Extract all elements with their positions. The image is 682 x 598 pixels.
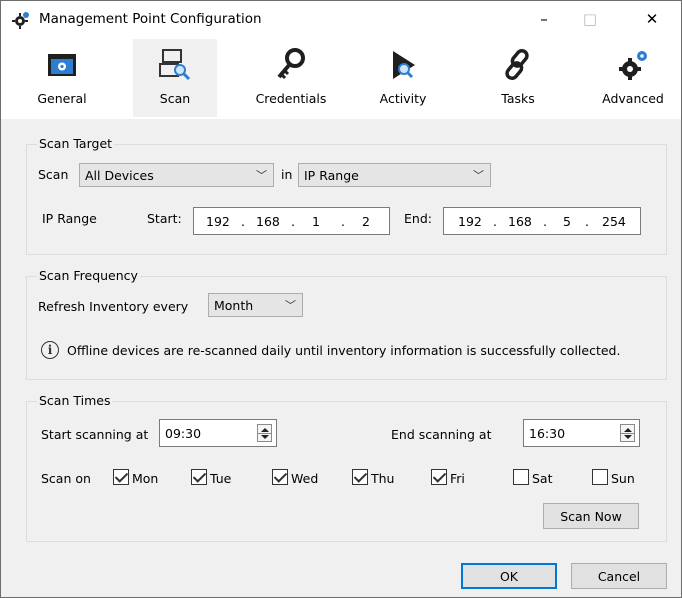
day-checkbox-sun[interactable] [592,469,608,485]
scan-frequency-group: Scan Frequency Refresh Inventory every M… [26,268,667,380]
tab-credentials-label: Credentials [255,91,327,106]
day-label-mon: Mon [132,471,159,486]
key-icon [277,48,305,80]
scan-label: Scan [38,167,69,182]
day-label-sun: Sun [611,471,635,486]
info-icon: i [41,341,59,359]
tab-activity[interactable]: Activity [365,39,441,117]
tab-scan[interactable]: Scan [133,39,217,117]
gears-icon [619,51,647,80]
scan-scope-select[interactable]: IP Range ﹀ [298,163,491,187]
start-ip-label: Start: [147,211,182,226]
day-checkbox-tue[interactable] [191,469,207,485]
scan-scope-value: IP Range [304,168,359,183]
window-title: Management Point Configuration [39,11,262,27]
gear-app-icon [12,12,29,29]
scan-icon [159,49,191,81]
end-ip-octet-1: 192 [458,214,482,229]
scan-devices-select[interactable]: All Devices ﹀ [79,163,274,187]
end-time-value: 16:30 [529,426,566,441]
spin-up-icon [261,428,269,432]
day-checkbox-fri[interactable] [431,469,447,485]
day-label-wed: Wed [291,471,319,486]
day-checkbox-wed[interactable] [272,469,288,485]
ip-dot: . [585,214,589,229]
start-ip-octet-1: 192 [206,214,230,229]
tab-activity-label: Activity [379,91,427,106]
activity-icon [393,51,415,79]
close-button[interactable]: ✕ [629,1,675,37]
day-label-fri: Fri [450,471,465,486]
start-time-spinner[interactable] [257,424,272,442]
end-ip-octet-3: 5 [563,214,571,229]
minimize-button[interactable]: – [521,1,567,37]
day-checkbox-mon[interactable] [113,469,129,485]
chevron-down-icon: ﹀ [473,169,484,182]
start-ip-octet-4: 2 [362,214,370,229]
start-time-field[interactable]: 09:30 [159,419,277,447]
scan-devices-value: All Devices [85,168,154,183]
tab-advanced[interactable]: Advanced [593,39,673,117]
in-label: in [281,167,293,182]
scan-on-label: Scan on [41,471,91,486]
cancel-button[interactable]: Cancel [571,563,667,589]
spin-divider [258,433,271,434]
ip-dot: . [241,214,245,229]
start-time-value: 09:30 [165,426,202,441]
scan-frequency-title: Scan Frequency [37,268,140,283]
maximize-button[interactable]: □ [567,1,613,37]
tab-general-label: General [37,91,87,106]
day-label-thu: Thu [371,471,395,486]
ok-button[interactable]: OK [461,563,557,589]
ip-range-label: IP Range [42,211,97,226]
spin-down-icon [624,435,632,439]
day-label-sat: Sat [532,471,553,486]
start-scanning-label: Start scanning at [41,427,149,442]
end-time-field[interactable]: 16:30 [523,419,640,447]
end-time-spinner[interactable] [620,424,635,442]
day-checkbox-thu[interactable] [352,469,368,485]
start-ip-field[interactable]: 192 . 168 . 1 . 2 [193,207,390,235]
scan-times-group: Scan Times Start scanning at 09:30 End s… [26,393,667,542]
tab-general[interactable]: General [23,39,101,117]
day-label-tue: Tue [210,471,232,486]
end-scanning-label: End scanning at [391,427,492,442]
end-ip-label: End: [404,211,432,226]
day-checkbox-sat[interactable] [513,469,529,485]
spin-divider [621,433,634,434]
end-ip-octet-4: 254 [602,214,626,229]
offline-info-text: Offline devices are re-scanned daily unt… [67,343,621,358]
tab-advanced-label: Advanced [602,91,664,106]
ip-dot: . [543,214,547,229]
general-icon [48,54,76,76]
ip-dot: . [493,214,497,229]
scan-tab-content: Scan Target Scan All Devices ﹀ in IP Ran… [1,119,681,597]
chevron-down-icon: ﹀ [285,299,296,312]
scan-target-title: Scan Target [37,136,115,151]
tab-tasks-label: Tasks [501,91,535,106]
chevron-down-icon: ﹀ [256,169,267,182]
tab-tasks[interactable]: Tasks [481,39,555,117]
management-point-dialog: Management Point Configuration – □ ✕ Gen… [0,0,682,598]
chain-link-icon [505,48,529,81]
ip-dot: . [291,214,295,229]
spin-down-icon [261,435,269,439]
refresh-frequency-select[interactable]: Month ﹀ [208,293,303,317]
tab-toolbar: General Scan Credentials Activity Tasks … [1,37,681,119]
end-ip-field[interactable]: 192 . 168 . 5 . 254 [443,207,641,235]
start-ip-octet-2: 168 [256,214,280,229]
end-ip-octet-2: 168 [508,214,532,229]
tab-scan-label: Scan [159,91,191,106]
refresh-inventory-label: Refresh Inventory every [38,299,189,314]
scan-target-group: Scan Target Scan All Devices ﹀ in IP Ran… [26,136,667,255]
tab-credentials[interactable]: Credentials [247,39,335,117]
refresh-frequency-value: Month [214,298,254,313]
scan-times-title: Scan Times [37,393,113,408]
scan-now-button[interactable]: Scan Now [543,503,639,529]
ip-dot: . [341,214,345,229]
title-bar: Management Point Configuration – □ ✕ [1,1,681,37]
spin-up-icon [624,428,632,432]
start-ip-octet-3: 1 [312,214,320,229]
